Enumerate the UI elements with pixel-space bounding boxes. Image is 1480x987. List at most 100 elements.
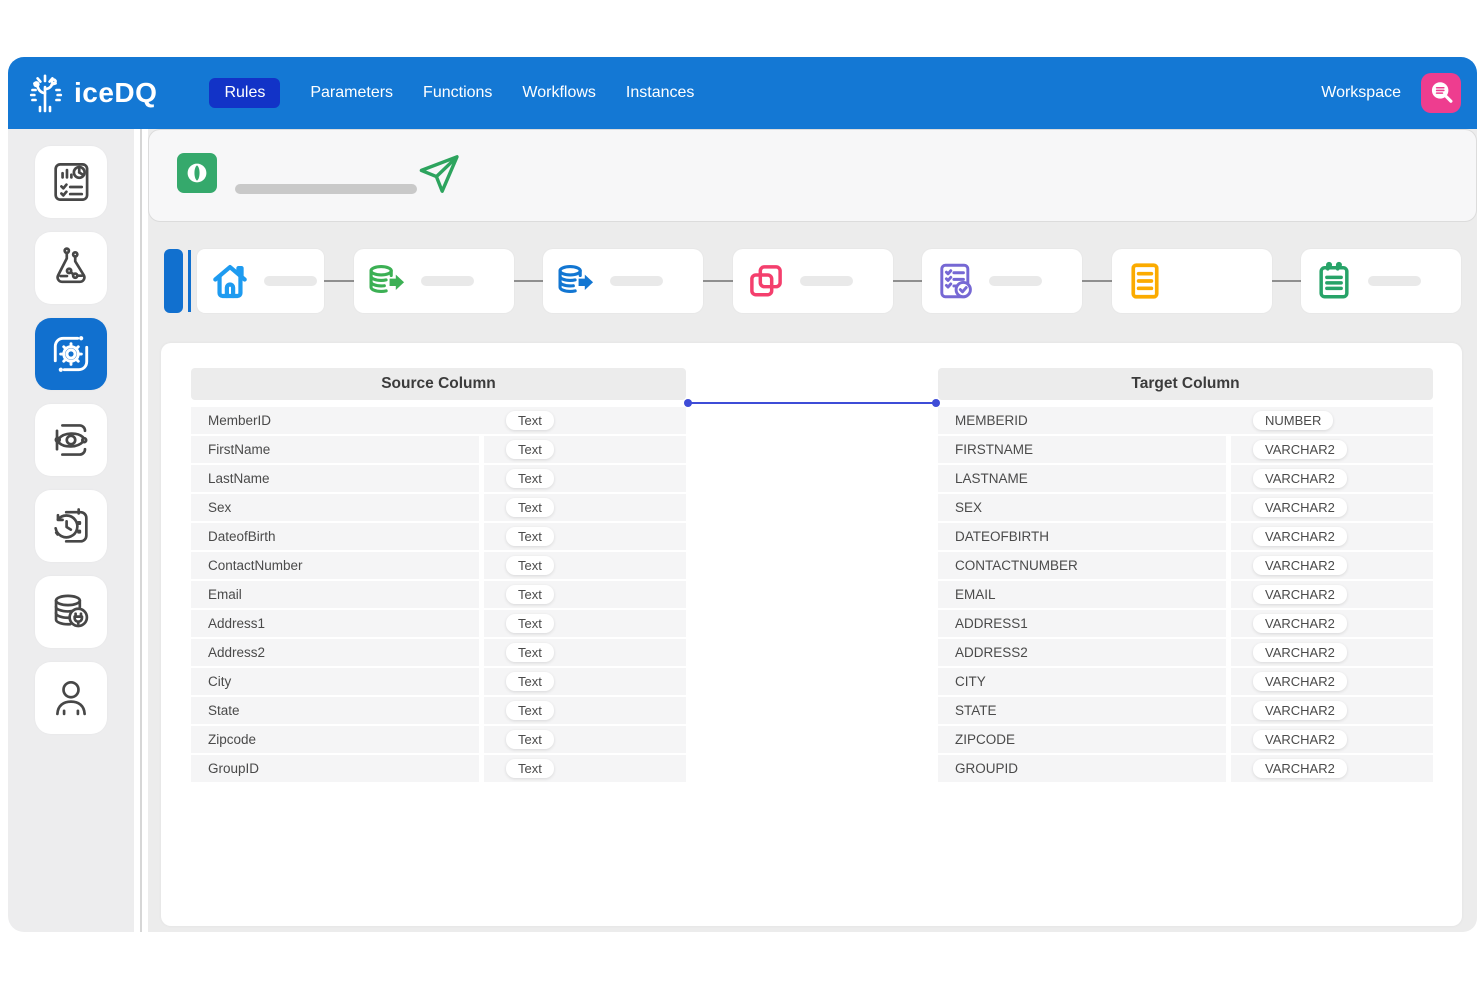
step-validation[interactable] — [922, 249, 1082, 313]
column-type-cell: VARCHAR2 — [1231, 436, 1433, 463]
column-type-cell: Text — [484, 465, 686, 492]
column-type-cell: NUMBER — [1231, 407, 1433, 434]
table-row[interactable]: ADDRESS1 VARCHAR2 — [938, 610, 1433, 637]
rule-steps — [164, 249, 1461, 313]
nav-item-workflows[interactable]: Workflows — [522, 84, 596, 102]
column-type-cell: VARCHAR2 — [1231, 697, 1433, 724]
step-label-skeleton — [799, 276, 853, 286]
workspace-search-button[interactable] — [1421, 73, 1461, 113]
table-row[interactable]: MEMBERID NUMBER — [938, 407, 1433, 434]
table-row[interactable]: CONTACTNUMBER VARCHAR2 — [938, 552, 1433, 579]
table-row[interactable]: GroupID Text — [191, 755, 686, 782]
step-source[interactable] — [353, 249, 514, 313]
user-profile-icon — [56, 680, 86, 716]
report-summary-icon — [54, 163, 89, 201]
column-type-cell: VARCHAR2 — [1231, 523, 1433, 550]
table-row[interactable]: Zipcode Text — [191, 726, 686, 753]
step-connector — [1271, 280, 1301, 282]
column-type-cell: Text — [484, 755, 686, 782]
nav-item-rules[interactable]: Rules — [209, 78, 281, 108]
table-row[interactable]: DATEOFBIRTH VARCHAR2 — [938, 523, 1433, 550]
table-row[interactable]: Address1 Text — [191, 610, 686, 637]
type-badge: Text — [506, 469, 554, 488]
rule-type-o-icon — [177, 153, 217, 193]
table-row[interactable]: ZIPCODE VARCHAR2 — [938, 726, 1433, 753]
table-row[interactable]: Sex Text — [191, 494, 686, 521]
column-name: EMAIL — [938, 581, 1226, 608]
nav-item-instances[interactable]: Instances — [626, 84, 694, 102]
type-badge: Text — [506, 759, 554, 778]
table-row[interactable]: City Text — [191, 668, 686, 695]
type-badge: VARCHAR2 — [1253, 614, 1347, 633]
sidebar-item-connections[interactable] — [35, 576, 107, 648]
column-name: DATEOFBIRTH — [938, 523, 1226, 550]
column-type-cell: Text — [484, 697, 686, 724]
column-name: DateofBirth — [191, 523, 479, 550]
sidebar-divider — [134, 129, 148, 932]
notepad-icon — [1319, 261, 1349, 299]
table-row[interactable]: LastName Text — [191, 465, 686, 492]
type-badge: VARCHAR2 — [1253, 730, 1347, 749]
sidebar-item-lab[interactable] — [35, 232, 107, 304]
target-table-rows: MEMBERID NUMBER FIRSTNAME VARCHAR2 LASTNAME V… — [938, 407, 1433, 782]
table-row[interactable]: DateofBirth Text — [191, 523, 686, 550]
column-type-cell: VARCHAR2 — [1231, 610, 1433, 637]
column-type-cell: VARCHAR2 — [1231, 726, 1433, 753]
column-type-cell: Text — [484, 436, 686, 463]
table-row[interactable]: FirstName Text — [191, 436, 686, 463]
sidebar-item-sync[interactable] — [35, 404, 107, 476]
table-row[interactable]: ADDRESS2 VARCHAR2 — [938, 639, 1433, 666]
table-row[interactable]: GROUPID VARCHAR2 — [938, 755, 1433, 782]
table-row[interactable]: STATE VARCHAR2 — [938, 697, 1433, 724]
sidebar-item-report[interactable] — [35, 146, 107, 218]
table-row[interactable]: Address2 Text — [191, 639, 686, 666]
nav-item-functions[interactable]: Functions — [423, 84, 492, 102]
type-badge: Text — [506, 701, 554, 720]
left-sidebar — [8, 129, 134, 932]
column-type-cell: Text — [484, 726, 686, 753]
type-badge: Text — [506, 498, 554, 517]
brand-logo: iceDQ — [8, 69, 157, 117]
sidebar-item-schedule[interactable] — [35, 490, 107, 562]
table-row[interactable]: CITY VARCHAR2 — [938, 668, 1433, 695]
step-mapping[interactable] — [732, 249, 893, 313]
column-name: GROUPID — [938, 755, 1226, 782]
column-type-cell: VARCHAR2 — [1231, 494, 1433, 521]
active-step-indicator — [164, 249, 183, 313]
mapping-connector-line — [684, 399, 940, 407]
table-row[interactable]: State Text — [191, 697, 686, 724]
step-summary[interactable] — [1301, 249, 1461, 313]
step-overview[interactable] — [164, 249, 324, 313]
sidebar-item-rule-engine[interactable] — [35, 318, 107, 390]
step-target[interactable] — [543, 249, 703, 313]
table-row[interactable]: MemberID Text — [191, 407, 686, 434]
table-row[interactable]: FIRSTNAME VARCHAR2 — [938, 436, 1433, 463]
column-type-cell: Text — [484, 552, 686, 579]
step-script[interactable] — [1111, 249, 1272, 313]
step-connector — [703, 280, 733, 282]
type-badge: Text — [506, 585, 554, 604]
workspace-link[interactable]: Workspace — [1321, 84, 1401, 102]
column-type-cell: VARCHAR2 — [1231, 668, 1433, 695]
table-row[interactable]: EMAIL VARCHAR2 — [938, 581, 1433, 608]
column-name: FIRSTNAME — [938, 436, 1226, 463]
type-badge: NUMBER — [1253, 411, 1334, 430]
type-badge: Text — [506, 614, 554, 633]
type-badge: VARCHAR2 — [1253, 556, 1347, 575]
source-column-table: Source Column MemberID Text FirstName Text L… — [191, 368, 686, 784]
nav-item-parameters[interactable]: Parameters — [310, 84, 393, 102]
checklist-verified-icon — [940, 263, 972, 299]
table-row[interactable]: Email Text — [191, 581, 686, 608]
column-name: STATE — [938, 697, 1226, 724]
sidebar-item-user[interactable] — [35, 662, 107, 734]
type-badge: Text — [506, 411, 554, 430]
column-type-cell: Text — [484, 668, 686, 695]
type-badge: VARCHAR2 — [1253, 440, 1347, 459]
table-row[interactable]: SEX VARCHAR2 — [938, 494, 1433, 521]
paper-plane-icon[interactable] — [415, 150, 463, 198]
table-row[interactable]: ContactNumber Text — [191, 552, 686, 579]
type-badge: Text — [506, 643, 554, 662]
column-name: CONTACTNUMBER — [938, 552, 1226, 579]
table-row[interactable]: LASTNAME VARCHAR2 — [938, 465, 1433, 492]
step-connector — [324, 280, 354, 282]
